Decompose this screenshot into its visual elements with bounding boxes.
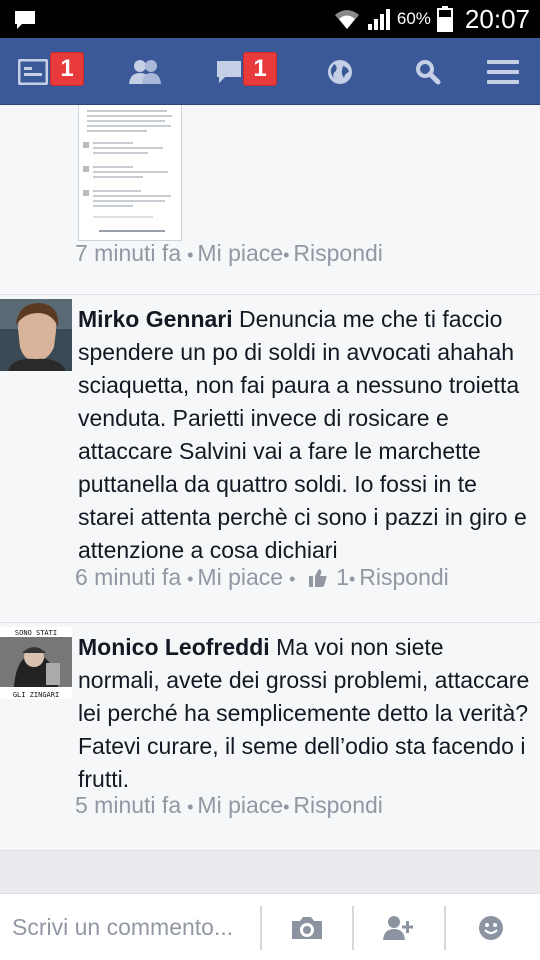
comments-list: 7 minuti fa • Mi piace• Rispondi Mirko Genn… <box>0 105 540 893</box>
comment-item: Mirko Gennari Denuncia me che ti faccio … <box>0 295 540 623</box>
attached-screenshot-thumbnail[interactable] <box>78 105 182 241</box>
comment-body: Mirko Gennari Denuncia me che ti faccio … <box>78 303 530 567</box>
comment-input[interactable]: Scrivi un commento... <box>12 914 233 941</box>
like-link[interactable]: Mi piace <box>197 564 283 590</box>
comment-body: Monico Leofreddi Ma voi non siete normal… <box>78 631 530 796</box>
globe-icon <box>328 59 352 84</box>
avatar-caption: SONO STATI <box>15 629 57 637</box>
camera-icon <box>292 917 322 939</box>
battery-percent: 60% <box>396 9 431 28</box>
emoji-button[interactable] <box>446 906 536 950</box>
comment-time[interactable]: 5 minuti fa <box>75 792 181 818</box>
like-count[interactable]: 1 <box>336 564 349 590</box>
like-link[interactable]: Mi piace <box>197 792 283 818</box>
avatar[interactable]: SONO STATI GLI ZINGARI <box>0 627 72 699</box>
news-feed-badge: 1 <box>50 52 84 86</box>
nav-search[interactable] <box>385 38 470 105</box>
emoji-icon <box>479 916 503 940</box>
wifi-icon <box>334 10 359 29</box>
search-icon <box>415 59 440 84</box>
tag-friend-button[interactable] <box>354 906 444 950</box>
reply-link[interactable]: Rispondi <box>359 564 449 590</box>
avatar[interactable] <box>0 299 72 371</box>
nav-menu[interactable] <box>470 38 535 105</box>
status-bar: 60% 20:07 <box>0 0 540 38</box>
signal-icon <box>367 9 390 30</box>
news-feed-icon <box>18 58 48 85</box>
comment-author[interactable]: Monico Leofreddi <box>78 634 270 660</box>
reply-link[interactable]: Rispondi <box>293 792 383 818</box>
notification-icon <box>15 11 35 29</box>
comment-meta: 5 minuti fa • Mi piace• Rispondi <box>75 792 383 818</box>
comment-time[interactable]: 7 minuti fa <box>75 240 181 266</box>
friends-icon <box>129 59 161 84</box>
avatar-caption: GLI ZINGARI <box>13 691 59 699</box>
comment-item: SONO STATI GLI ZINGARI Monico Leofreddi M… <box>0 623 540 851</box>
nav-news-feed[interactable]: 1 <box>0 38 90 105</box>
comment-meta: 6 minuti fa • Mi piace • 1• Rispondi <box>75 564 449 590</box>
camera-button[interactable] <box>262 906 352 950</box>
comment-text: Denuncia me che ti faccio spendere un po… <box>78 306 527 563</box>
comment-time[interactable]: 6 minuti fa <box>75 564 181 590</box>
nav-friend-requests[interactable] <box>100 38 190 105</box>
comment-author[interactable]: Mirko Gennari <box>78 306 233 332</box>
thumbs-up-icon <box>308 569 327 587</box>
battery-icon <box>436 6 453 32</box>
like-link[interactable]: Mi piace <box>197 240 283 266</box>
comment-with-image: 7 minuti fa • Mi piace• Rispondi <box>0 105 540 295</box>
top-navigation-bar: 1 1 <box>0 38 540 105</box>
clock: 20:07 <box>464 3 530 34</box>
add-friend-icon <box>383 916 413 940</box>
nav-messages[interactable]: 1 <box>195 38 285 105</box>
nav-notifications[interactable] <box>295 38 385 105</box>
messages-icon <box>217 60 241 83</box>
reply-link[interactable]: Rispondi <box>293 240 383 266</box>
comment-meta: 7 minuti fa • Mi piace• Rispondi <box>75 240 383 266</box>
menu-icon <box>486 59 519 84</box>
messages-badge: 1 <box>243 52 277 86</box>
comment-composer: Scrivi un commento... <box>0 893 540 960</box>
